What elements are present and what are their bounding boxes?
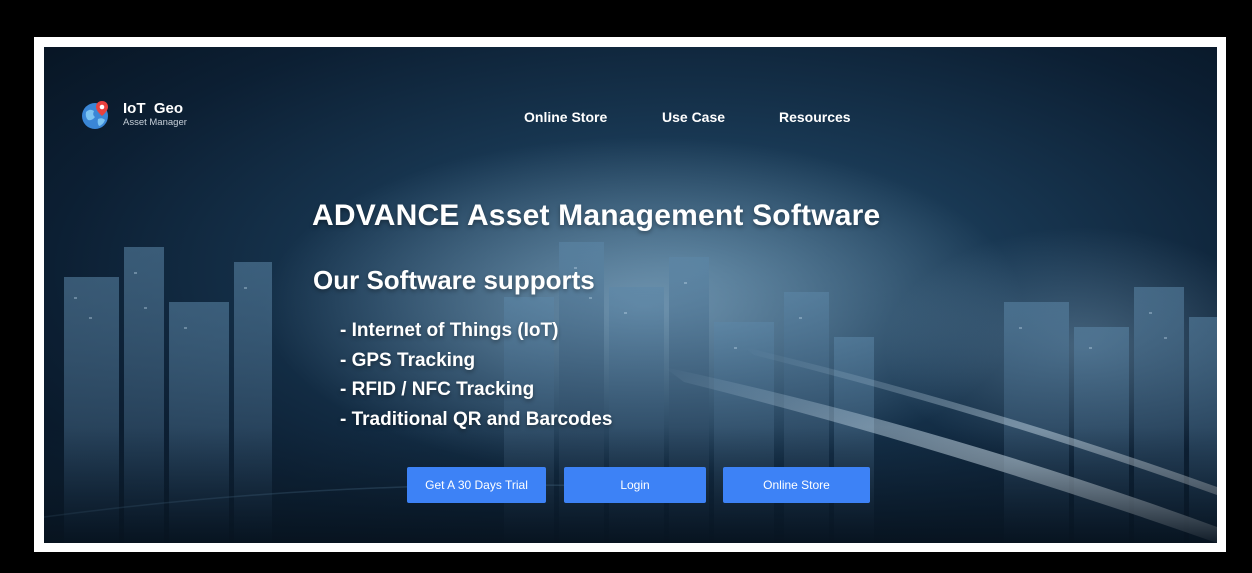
hero-headline: ADVANCE Asset Management Software bbox=[312, 199, 881, 232]
feature-iot: - Internet of Things (IoT) bbox=[340, 320, 559, 341]
nav-resources[interactable]: Resources bbox=[779, 109, 851, 125]
feature-qr-barcodes: - Traditional QR and Barcodes bbox=[340, 408, 613, 430]
hero-section: IoT Geo Asset Manager Online Store Use C… bbox=[44, 47, 1217, 543]
nav-use-case[interactable]: Use Case bbox=[662, 109, 725, 125]
nav-online-store[interactable]: Online Store bbox=[524, 109, 607, 125]
main-nav: Online Store Use Case Resources bbox=[44, 109, 1217, 129]
login-button[interactable]: Login bbox=[564, 467, 706, 503]
hero-subheadline: Our Software supports bbox=[313, 265, 595, 295]
feature-gps: - GPS Tracking bbox=[340, 349, 476, 371]
online-store-button[interactable]: Online Store bbox=[723, 467, 870, 503]
trial-button[interactable]: Get A 30 Days Trial bbox=[407, 467, 546, 503]
feature-list: - Internet of Things (IoT) - GPS Trackin… bbox=[340, 316, 612, 434]
feature-rfid-nfc: - RFID / NFC Tracking bbox=[340, 379, 535, 400]
